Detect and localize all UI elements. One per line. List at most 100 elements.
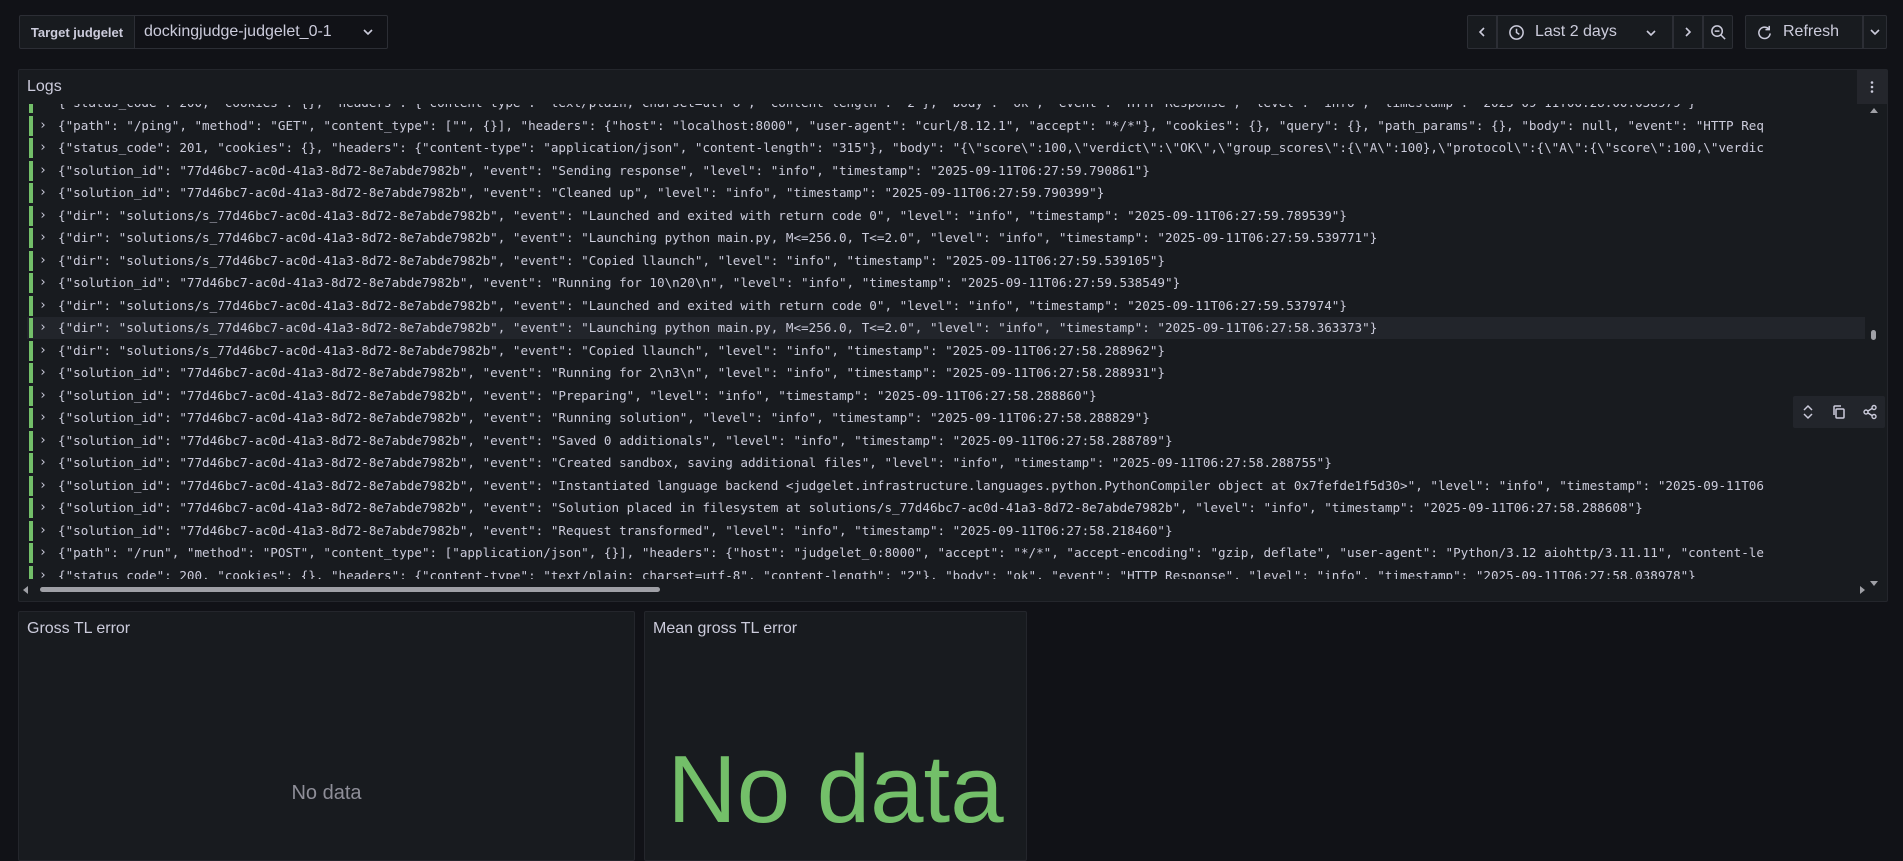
variable-label: Target judgelet: [19, 15, 135, 49]
refresh-button[interactable]: Refresh: [1745, 15, 1863, 49]
panel-menu-button[interactable]: [1857, 70, 1887, 104]
expand-row-icon[interactable]: ›: [39, 407, 47, 429]
expand-row-icon[interactable]: ›: [39, 115, 47, 137]
vertical-scroll-thumb[interactable]: [1871, 330, 1876, 340]
no-data-message: No data: [291, 782, 362, 804]
logs-horizontal-scrollbar[interactable]: [22, 584, 1867, 594]
log-row[interactable]: › {"status_code": 200, "cookies": {}, "he…: [27, 565, 1865, 580]
log-row[interactable]: › {"dir": "solutions/s_77d46bc7-ac0d-41a3…: [27, 317, 1865, 339]
expand-row-icon[interactable]: ›: [39, 250, 47, 272]
expand-row-icon[interactable]: ›: [39, 362, 47, 384]
time-back-button[interactable]: [1467, 15, 1497, 49]
log-level-indicator: [29, 104, 33, 113]
variable-select[interactable]: dockingjudge-judgelet_0-1: [134, 15, 388, 49]
expand-row-icon[interactable]: ›: [39, 182, 47, 204]
panel-title: Mean gross TL error: [653, 620, 798, 637]
log-line-text: {"dir": "solutions/s_77d46bc7-ac0d-41a3-…: [58, 297, 1347, 313]
log-level-indicator: [29, 430, 33, 451]
log-line-text: {"solution_id": "77d46bc7-ac0d-41a3-8d72…: [58, 455, 1332, 470]
log-level-indicator: [29, 498, 33, 518]
log-row[interactable]: › {"solution_id": "77d46bc7-ac0d-41a3-8d7…: [27, 272, 1865, 294]
refresh-label: Refresh: [1783, 23, 1840, 40]
zoom-out-icon: [1710, 24, 1726, 40]
horizontal-scroll-thumb[interactable]: [40, 587, 660, 592]
refresh-icon: [1758, 25, 1771, 39]
copy-icon[interactable]: [1831, 404, 1847, 420]
log-row[interactable]: › {"dir": "solutions/s_77d46bc7-ac0d-41a3…: [27, 227, 1865, 249]
expand-row-icon[interactable]: ›: [39, 227, 47, 249]
expand-row-icon[interactable]: ›: [39, 295, 47, 317]
panel-title: Logs: [27, 78, 62, 95]
expand-row-icon[interactable]: ›: [39, 452, 47, 474]
log-row[interactable]: › {"dir": "solutions/s_77d46bc7-ac0d-41a3…: [27, 340, 1865, 362]
refresh-interval-dropdown[interactable]: [1863, 15, 1887, 49]
log-line-text: {"status_code": 200, "cookies": {}, "hea…: [58, 567, 1696, 580]
mean-gross-tl-error-panel: Mean gross TL error No data: [644, 611, 1027, 861]
log-line-text: {"dir": "solutions/s_77d46bc7-ac0d-41a3-…: [58, 230, 1378, 245]
time-range-picker[interactable]: Last 2 days: [1497, 15, 1673, 49]
log-level-indicator: [29, 475, 33, 496]
scroll-down-icon: [1870, 581, 1878, 586]
log-row[interactable]: › {"path": "/run", "method": "POST", "con…: [27, 542, 1865, 564]
log-row[interactable]: › {"solution_id": "77d46bc7-ac0d-41a3-8d7…: [27, 407, 1865, 429]
log-level-indicator: [29, 363, 33, 383]
log-line-text: {"status_code": 201, "cookies": {}, "hea…: [58, 140, 1764, 155]
log-row[interactable]: › {"solution_id": "77d46bc7-ac0d-41a3-8d7…: [27, 475, 1865, 497]
expand-row-icon[interactable]: ›: [39, 205, 47, 227]
log-level-indicator: [29, 408, 33, 428]
expand-row-icon[interactable]: ›: [39, 272, 47, 294]
log-row[interactable]: › {"solution_id": "77d46bc7-ac0d-41a3-8d7…: [27, 520, 1865, 542]
log-row[interactable]: › {"solution_id": "77d46bc7-ac0d-41a3-8d7…: [27, 160, 1865, 182]
log-line-text: {"solution_id": "77d46bc7-ac0d-41a3-8d72…: [58, 387, 1097, 403]
time-forward-button[interactable]: [1673, 15, 1703, 49]
dashboard-toolbar: Target judgelet dockingjudge-judgelet_0-…: [0, 0, 1903, 66]
log-row[interactable]: › {"path": "/ping", "method": "GET", "con…: [27, 115, 1865, 137]
logs-panel: Logs {"status_code": 200, "cookies": {},…: [18, 69, 1888, 602]
log-line-text: {"solution_id": "77d46bc7-ac0d-41a3-8d72…: [58, 185, 1105, 200]
time-range-label: Last 2 days: [1535, 23, 1617, 40]
logs-vertical-scrollbar[interactable]: [1870, 107, 1880, 587]
expand-row-icon[interactable]: ›: [39, 317, 47, 339]
expand-icon[interactable]: [1800, 404, 1816, 420]
log-row[interactable]: › {"status_code": 201, "cookies": {}, "he…: [27, 137, 1865, 159]
log-level-indicator: [29, 453, 33, 473]
log-row[interactable]: › {"dir": "solutions/s_77d46bc7-ac0d-41a3…: [27, 205, 1865, 227]
expand-row-icon[interactable]: ›: [39, 542, 47, 564]
log-line-text: {"solution_id": "77d46bc7-ac0d-41a3-8d72…: [58, 365, 1165, 380]
log-line-text: {"solution_id": "77d46bc7-ac0d-41a3-8d72…: [58, 410, 1150, 425]
scroll-up-icon: [1870, 108, 1878, 113]
log-level-indicator: [29, 183, 33, 203]
log-row[interactable]: › {"solution_id": "77d46bc7-ac0d-41a3-8d7…: [27, 385, 1865, 407]
expand-row-icon[interactable]: ›: [39, 160, 47, 182]
log-line-text: {"solution_id": "77d46bc7-ac0d-41a3-8d72…: [58, 275, 1181, 290]
expand-row-icon[interactable]: ›: [39, 137, 47, 159]
expand-row-icon[interactable]: ›: [39, 497, 47, 519]
no-data-stat: No data: [667, 736, 1004, 843]
expand-row-icon[interactable]: ›: [39, 475, 47, 497]
log-row[interactable]: › {"dir": "solutions/s_77d46bc7-ac0d-41a3…: [27, 250, 1865, 272]
log-rows: {"status_code": 200, "cookies": {}, "hea…: [27, 104, 1865, 579]
log-row[interactable]: › {"solution_id": "77d46bc7-ac0d-41a3-8d7…: [27, 430, 1865, 452]
expand-row-icon[interactable]: ›: [39, 430, 47, 452]
log-level-indicator: [29, 543, 33, 563]
log-row[interactable]: › {"solution_id": "77d46bc7-ac0d-41a3-8d7…: [27, 452, 1865, 474]
expand-row-icon[interactable]: ›: [39, 565, 47, 580]
log-line-text: {"status_code": 200, "cookies": {}, "hea…: [58, 104, 1696, 114]
log-line-text: {"dir": "solutions/s_77d46bc7-ac0d-41a3-…: [58, 342, 1165, 358]
clock-icon: [1509, 24, 1524, 40]
expand-row-icon[interactable]: ›: [39, 385, 47, 407]
log-line-text: {"solution_id": "77d46bc7-ac0d-41a3-8d72…: [58, 162, 1150, 178]
log-line-text: {"dir": "solutions/s_77d46bc7-ac0d-41a3-…: [58, 320, 1378, 335]
log-row[interactable]: › {"solution_id": "77d46bc7-ac0d-41a3-8d7…: [27, 497, 1865, 519]
expand-row-icon[interactable]: ›: [39, 340, 47, 362]
expand-row-icon[interactable]: ›: [39, 520, 47, 542]
log-level-indicator: [29, 565, 33, 579]
chevron-right-icon: [1685, 27, 1692, 37]
log-row[interactable]: › {"dir": "solutions/s_77d46bc7-ac0d-41a3…: [27, 295, 1865, 317]
log-row[interactable]: › {"solution_id": "77d46bc7-ac0d-41a3-8d7…: [27, 182, 1865, 204]
log-line-text: {"solution_id": "77d46bc7-ac0d-41a3-8d72…: [58, 477, 1764, 493]
zoom-out-button[interactable]: [1703, 15, 1733, 49]
gross-tl-error-panel: Gross TL error No data: [18, 611, 635, 861]
log-row[interactable]: {"status_code": 200, "cookies": {}, "hea…: [27, 104, 1865, 114]
log-row[interactable]: › {"solution_id": "77d46bc7-ac0d-41a3-8d7…: [27, 362, 1865, 384]
